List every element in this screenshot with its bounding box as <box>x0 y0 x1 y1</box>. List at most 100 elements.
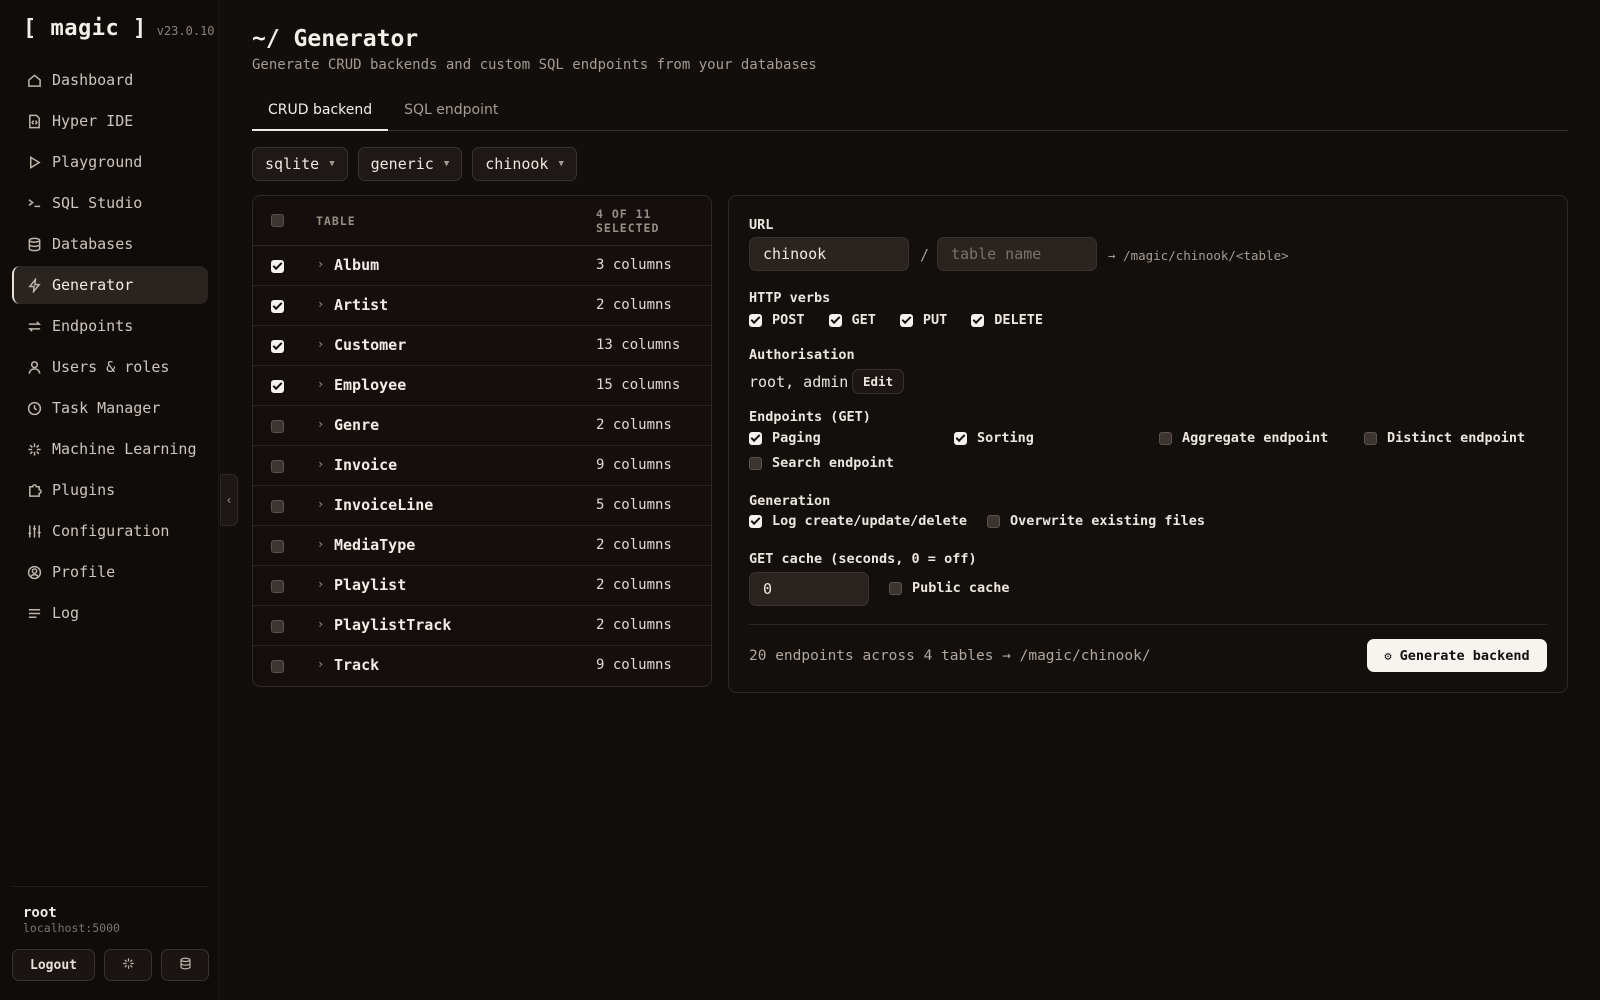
distinct-endpoint-checkbox[interactable]: Distinct endpoint <box>1364 430 1525 446</box>
table-row[interactable]: › Genre 2 columns <box>253 406 711 446</box>
column-count: 2 columns <box>596 297 672 313</box>
public-cache-checkbox[interactable]: Public cache <box>889 580 1010 596</box>
sidebar-item-playground[interactable]: Playground <box>12 143 208 181</box>
checkbox[interactable] <box>749 456 762 470</box>
row-checkbox[interactable] <box>271 340 284 353</box>
chevron-right-icon[interactable]: › <box>317 577 324 591</box>
row-checkbox[interactable] <box>271 380 284 393</box>
tab-crud-backend[interactable]: CRUD backend <box>252 96 389 131</box>
row-checkbox[interactable] <box>271 620 284 633</box>
row-checkbox[interactable] <box>271 420 284 433</box>
checkbox[interactable] <box>1364 431 1377 445</box>
table-row[interactable]: › Track 9 columns <box>253 646 711 686</box>
table-row[interactable]: › Artist 2 columns <box>253 286 711 326</box>
chevron-right-icon[interactable]: › <box>317 337 324 351</box>
sidebar-item-task-manager[interactable]: Task Manager <box>12 389 208 427</box>
table-row[interactable]: › PlaylistTrack 2 columns <box>253 606 711 646</box>
checkbox[interactable] <box>1159 431 1172 445</box>
sorting-checkbox[interactable]: Sorting <box>954 430 1034 446</box>
paging-checkbox[interactable]: Paging <box>749 430 821 446</box>
aggregate-endpoint-checkbox[interactable]: Aggregate endpoint <box>1159 430 1328 446</box>
sidebar-item-sql-studio[interactable]: SQL Studio <box>12 184 208 222</box>
sidebar-item-plugins[interactable]: Plugins <box>12 471 208 509</box>
sidebar-item-profile[interactable]: Profile <box>12 553 208 591</box>
option-label: Overwrite existing files <box>1010 513 1206 529</box>
table-row[interactable]: › InvoiceLine 5 columns <box>253 486 711 526</box>
generate-backend-button[interactable]: ⚙ Generate backend <box>1367 639 1547 672</box>
table-row[interactable]: › Employee 15 columns <box>253 366 711 406</box>
file-code-icon <box>26 113 42 129</box>
chevron-right-icon[interactable]: › <box>317 457 324 471</box>
row-checkbox[interactable] <box>271 260 284 273</box>
checkbox[interactable] <box>899 313 913 327</box>
table-row[interactable]: › Playlist 2 columns <box>253 566 711 606</box>
sidebar-item-users-roles[interactable]: Users & roles <box>12 348 208 386</box>
checkbox[interactable] <box>749 431 762 445</box>
verb-post-checkbox[interactable]: POST <box>749 312 805 328</box>
row-checkbox[interactable] <box>271 660 284 673</box>
cache-seconds-input[interactable] <box>749 572 869 606</box>
checkbox[interactable] <box>749 514 762 528</box>
overwrite-files-checkbox[interactable]: Overwrite existing files <box>987 513 1205 529</box>
select-all-checkbox[interactable] <box>271 214 284 227</box>
sidebar-item-dashboard[interactable]: Dashboard <box>12 61 208 99</box>
tables-panel: TABLE 4 OF 11 SELECTED › Album 3 columns › A… <box>252 195 712 687</box>
sidebar-item-machine-learning[interactable]: Machine Learning <box>12 430 208 468</box>
logout-button[interactable]: Logout <box>12 949 95 981</box>
checkbox[interactable] <box>971 313 985 327</box>
chevron-right-icon[interactable]: › <box>317 657 324 671</box>
table-row[interactable]: › Customer 13 columns <box>253 326 711 366</box>
brand-logo[interactable]: [ magic ] <box>23 16 147 41</box>
sidebar-item-databases[interactable]: Databases <box>12 225 208 263</box>
tab-bar: CRUD backend SQL endpoint <box>252 96 1568 131</box>
chevron-right-icon[interactable]: › <box>317 377 324 391</box>
chevron-right-icon[interactable]: › <box>317 537 324 551</box>
chevron-right-icon[interactable]: › <box>317 257 324 271</box>
row-checkbox[interactable] <box>271 500 284 513</box>
log-crud-checkbox[interactable]: Log create/update/delete <box>749 513 967 529</box>
sidebar-item-configuration[interactable]: Configuration <box>12 512 208 550</box>
chevron-right-icon[interactable]: › <box>317 617 324 631</box>
option-label: Search endpoint <box>772 455 894 471</box>
column-count: 13 columns <box>596 337 681 353</box>
checkbox[interactable] <box>828 313 842 327</box>
checkbox[interactable] <box>889 581 902 595</box>
sidebar-item-log[interactable]: Log <box>12 594 208 632</box>
sidebar-collapse-button[interactable]: ‹ <box>220 474 238 526</box>
edit-authorisation-button[interactable]: Edit <box>852 369 905 394</box>
table-row[interactable]: › MediaType 2 columns <box>253 526 711 566</box>
config-divider <box>749 624 1547 625</box>
theme-button[interactable] <box>104 949 152 981</box>
chevron-right-icon[interactable]: › <box>317 417 324 431</box>
database-type-select[interactable]: sqlite ▼ <box>252 147 348 181</box>
checkbox[interactable] <box>987 514 1000 528</box>
verb-get-checkbox[interactable]: GET <box>828 312 876 328</box>
table-row[interactable]: › Album 3 columns <box>253 246 711 286</box>
sidebar-item-generator[interactable]: Generator <box>12 266 208 304</box>
table-name-input[interactable] <box>937 237 1097 271</box>
row-checkbox[interactable] <box>271 460 284 473</box>
tab-sql-endpoint[interactable]: SQL endpoint <box>388 96 514 131</box>
sidebar-item-hyper-ide[interactable]: Hyper IDE <box>12 102 208 140</box>
row-checkbox[interactable] <box>271 540 284 553</box>
row-checkbox[interactable] <box>271 300 284 313</box>
table-name: Track <box>334 656 380 674</box>
verb-delete-checkbox[interactable]: DELETE <box>971 312 1043 328</box>
checkbox[interactable] <box>954 431 967 445</box>
chevron-right-icon[interactable]: › <box>317 497 324 511</box>
verb-label: GET <box>851 312 876 328</box>
chevron-right-icon[interactable]: › <box>317 297 324 311</box>
connection-string-select[interactable]: generic ▼ <box>357 147 463 181</box>
database-button[interactable] <box>161 949 209 981</box>
sidebar-item-endpoints[interactable]: Endpoints <box>12 307 208 345</box>
search-endpoint-checkbox[interactable]: Search endpoint <box>749 455 894 471</box>
table-row[interactable]: › Invoice 9 columns <box>253 446 711 486</box>
checkbox[interactable] <box>749 313 762 327</box>
column-count: 9 columns <box>596 657 672 673</box>
url-separator: / <box>920 246 930 264</box>
database-select[interactable]: chinook ▼ <box>472 147 577 181</box>
row-checkbox[interactable] <box>271 580 284 593</box>
database-icon <box>26 236 42 252</box>
url-module-input[interactable] <box>749 237 909 271</box>
verb-put-checkbox[interactable]: PUT <box>899 312 947 328</box>
